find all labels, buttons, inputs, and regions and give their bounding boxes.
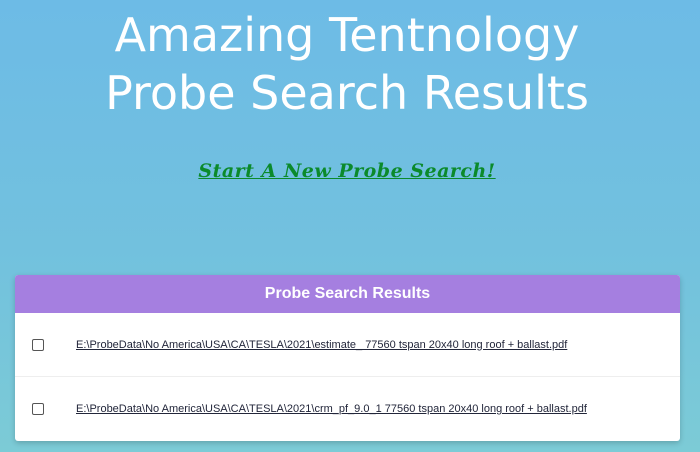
new-probe-search-link[interactable]: Start A New Probe Search! [198, 160, 495, 182]
file-link[interactable]: E:\ProbeData\No America\USA\CA\TESLA\202… [76, 403, 587, 415]
page-title: Amazing Tentnology Probe Search Results [0, 6, 694, 122]
select-checkbox[interactable] [32, 338, 44, 351]
result-row: E:\ProbeData\No America\USA\CA\TESLA\202… [15, 377, 680, 441]
select-checkbox[interactable] [32, 403, 44, 415]
file-link[interactable]: E:\ProbeData\No America\USA\CA\TESLA\202… [76, 339, 567, 351]
new-search-container: Start A New Probe Search! [0, 160, 694, 182]
results-panel-heading: Probe Search Results [15, 275, 680, 313]
results-panel: Probe Search Results E:\ProbeData\No Ame… [15, 275, 680, 441]
title-line-2: Probe Search Results [105, 66, 589, 120]
result-row: E:\ProbeData\No America\USA\CA\TESLA\202… [15, 313, 680, 377]
title-line-1: Amazing Tentnology [114, 8, 580, 62]
